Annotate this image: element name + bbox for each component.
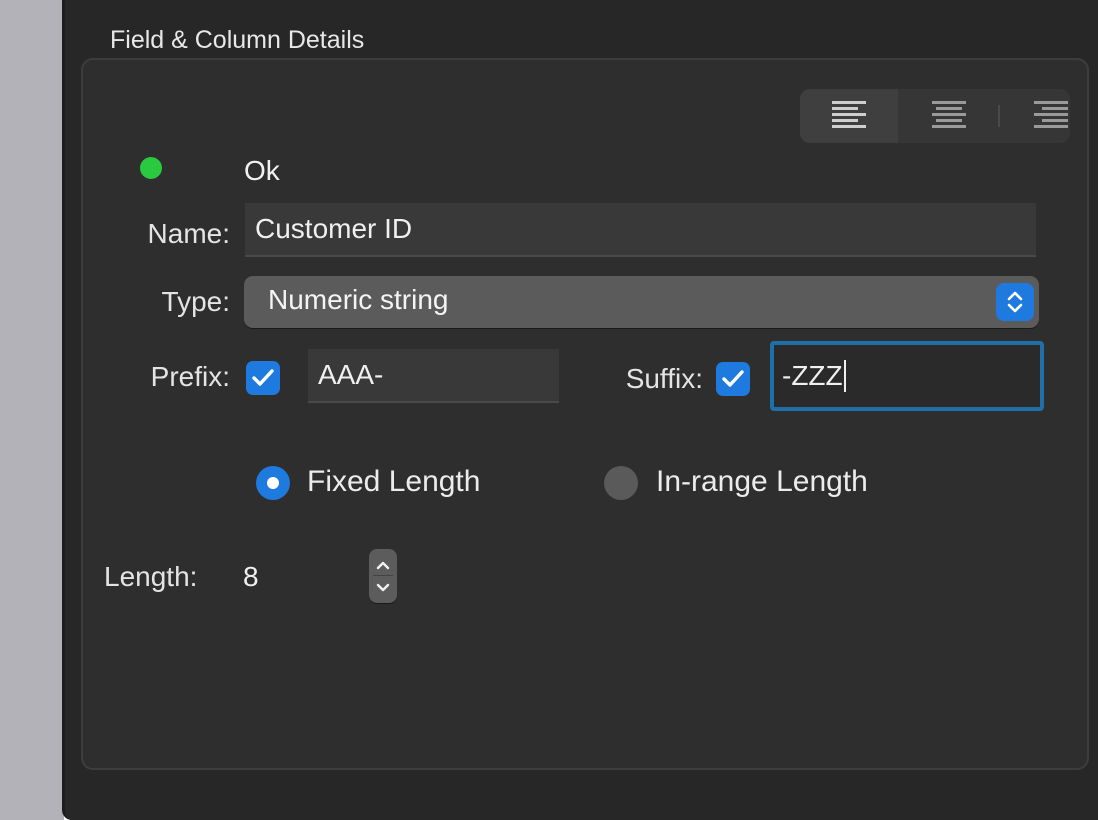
type-popup-button[interactable]: Numeric string (244, 276, 1039, 328)
name-input-value: Customer ID (255, 213, 413, 244)
align-right-icon (1034, 101, 1068, 128)
align-center-icon (932, 101, 966, 128)
status-text: Ok (244, 155, 280, 186)
prefix-input-value: AAA- (318, 359, 384, 390)
section-title: Field & Column Details (110, 26, 365, 54)
background-strip (0, 0, 64, 820)
suffix-input-value: -ZZZ (782, 360, 843, 391)
name-input[interactable]: Customer ID (245, 203, 1036, 257)
prefix-label: Prefix: (150, 361, 230, 392)
app-root: Field & Column Details Ok Name: Customer… (0, 0, 1098, 820)
suffix-input[interactable]: -ZZZ (770, 341, 1044, 411)
stepper-divider (373, 575, 393, 576)
checkmark-icon (722, 370, 744, 387)
align-center-button[interactable] (900, 89, 998, 143)
alignment-segmented-control (800, 89, 1070, 143)
radio-selected-dot (267, 477, 279, 489)
length-label: Length: (104, 561, 198, 592)
fixed-length-label[interactable]: Fixed Length (307, 465, 480, 499)
align-left-button[interactable] (800, 89, 898, 143)
chevron-up-icon[interactable] (375, 559, 391, 571)
align-left-icon (832, 101, 866, 128)
chevron-down-icon[interactable] (375, 582, 391, 594)
type-label: Type: (161, 286, 230, 317)
length-stepper[interactable] (369, 549, 397, 603)
text-caret (843, 360, 846, 392)
prefix-input[interactable]: AAA- (308, 349, 559, 403)
details-group-box (81, 58, 1089, 770)
name-label: Name: (147, 218, 230, 249)
status-indicator-dot (140, 157, 162, 179)
suffix-label: Suffix: (625, 363, 703, 394)
prefix-checkbox[interactable] (246, 361, 280, 395)
in-range-length-radio[interactable] (604, 466, 638, 500)
in-range-length-label[interactable]: In-range Length (656, 465, 868, 499)
length-value[interactable]: 8 (243, 561, 259, 593)
align-right-button[interactable] (1000, 89, 1070, 143)
chevron-up-down-icon (996, 283, 1034, 321)
checkmark-icon (252, 369, 274, 386)
fixed-length-radio[interactable] (256, 466, 290, 500)
suffix-checkbox[interactable] (716, 362, 750, 396)
type-popup-value: Numeric string (268, 284, 449, 315)
